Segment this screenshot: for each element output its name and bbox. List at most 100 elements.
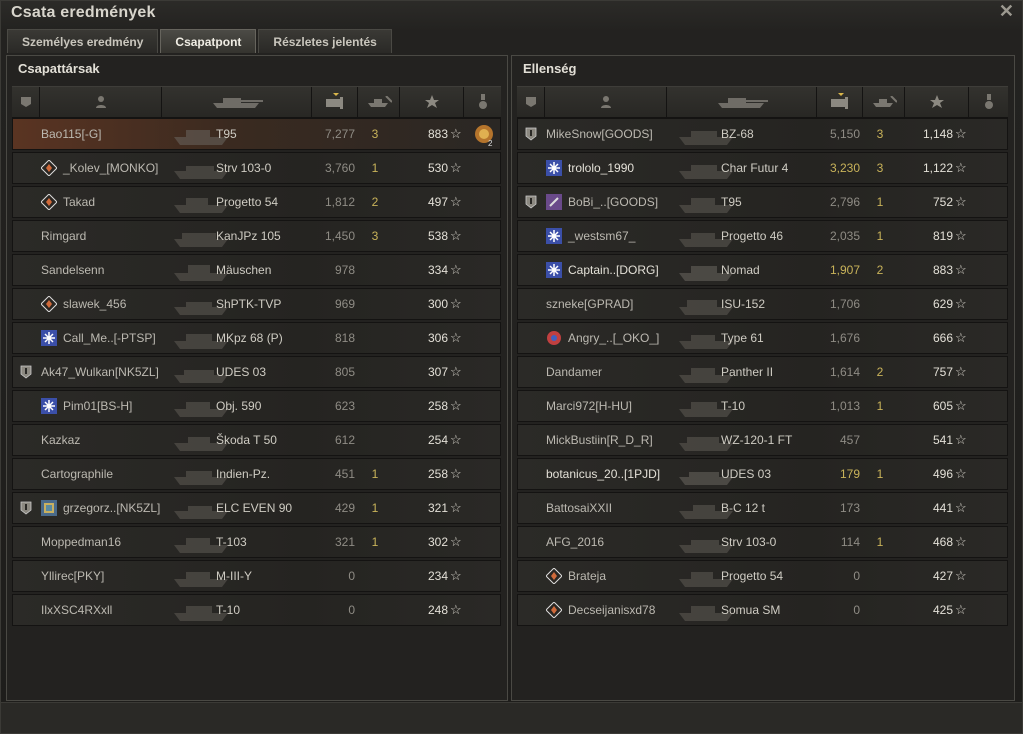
player-name: Captain..[DORG] bbox=[568, 263, 659, 277]
damage-value: 3,230 bbox=[829, 161, 860, 175]
table-row[interactable]: _Kolev_[MONKO] Strv 103-0 3,760 1 530 ☆ bbox=[12, 152, 501, 184]
damage-value: 818 bbox=[334, 331, 355, 345]
table-row[interactable]: AFG_2016 Strv 103-0 114 1 468 ☆ bbox=[517, 526, 1008, 558]
kills-value: 1 bbox=[876, 535, 884, 549]
damage-value: 114 bbox=[840, 535, 860, 549]
table-row[interactable]: Marci972[H-HU] T-10 1,013 1 605 ☆ bbox=[517, 390, 1008, 422]
sort-kills-column[interactable] bbox=[358, 87, 400, 117]
allies-rows: Bao115[-G] T95 7,277 3 883 ☆ 2 _Kolev_[M… bbox=[12, 118, 501, 628]
damage-value: 0 bbox=[853, 603, 860, 617]
table-row[interactable]: IlxXSC4RXxll T-10 0 248 ☆ bbox=[12, 594, 501, 626]
player-name: MikeSnow[GOODS] bbox=[546, 127, 653, 141]
table-row[interactable]: Angry_..[_OKO_] Type 61 1,676 666 ☆ bbox=[517, 322, 1008, 354]
kills-value: 1 bbox=[371, 161, 379, 175]
snowflake-emblem-icon bbox=[546, 228, 562, 244]
tank-name: T-10 bbox=[216, 603, 241, 617]
kills-value: 1 bbox=[876, 229, 884, 243]
table-row[interactable]: trololo_1990 Char Futur 4 3,230 3 1,122 … bbox=[517, 152, 1008, 184]
sort-xp-column[interactable] bbox=[400, 87, 464, 117]
table-row[interactable]: BoBi_..[GOODS] T95 2,796 1 752 ☆ bbox=[517, 186, 1008, 218]
player-name: Dandamer bbox=[546, 365, 603, 379]
star-icon: ☆ bbox=[450, 466, 462, 481]
rank-emblem-icon bbox=[546, 568, 562, 584]
sort-tank-column[interactable] bbox=[667, 87, 817, 117]
table-row[interactable]: botanicus_20..[1PJD] UDES 03 179 1 496 ☆ bbox=[517, 458, 1008, 490]
sort-tank-column[interactable] bbox=[162, 87, 312, 117]
kills-value: 3 bbox=[876, 127, 884, 141]
table-row[interactable]: Takad Progetto 54 1,812 2 497 ☆ bbox=[12, 186, 501, 218]
sort-medals-column[interactable] bbox=[969, 87, 1008, 117]
xp-value: 258 bbox=[427, 399, 448, 413]
player-name: szneke[GPRAD] bbox=[546, 297, 634, 311]
table-row[interactable]: slawek_456 ShPTK-TVP 969 300 ☆ bbox=[12, 288, 501, 320]
snowflake-emblem-icon bbox=[41, 398, 57, 414]
table-row[interactable]: Kazkaz Škoda T 50 612 254 ☆ bbox=[12, 424, 501, 456]
tab-personal-results[interactable]: Személyes eredmény bbox=[7, 29, 159, 53]
table-row[interactable]: MikeSnow[GOODS] BZ-68 5,150 3 1,148 ☆ bbox=[517, 118, 1008, 150]
star-icon: ☆ bbox=[955, 228, 967, 243]
table-row[interactable]: grzegorz..[NK5ZL] ELC EVEN 90 429 1 321 … bbox=[12, 492, 501, 524]
table-row[interactable]: BattosaiXXII B-C 12 t 173 441 ☆ bbox=[517, 492, 1008, 524]
sort-damage-column[interactable] bbox=[312, 87, 358, 117]
damage-value: 978 bbox=[334, 263, 355, 277]
tank-name: UDES 03 bbox=[216, 365, 267, 379]
table-row[interactable]: Bao115[-G] T95 7,277 3 883 ☆ 2 bbox=[12, 118, 501, 150]
damage-value: 7,277 bbox=[324, 127, 355, 141]
table-row[interactable]: _westsm67_ Progetto 46 2,035 1 819 ☆ bbox=[517, 220, 1008, 252]
player-name: MickBustiin[R_D_R] bbox=[546, 433, 653, 447]
tab-detailed-report[interactable]: Részletes jelentés bbox=[258, 29, 392, 53]
damage-value: 457 bbox=[839, 433, 860, 447]
tank-name: Panther II bbox=[721, 365, 774, 379]
table-row[interactable]: Dandamer Panther II 1,614 2 757 ☆ bbox=[517, 356, 1008, 388]
table-row[interactable]: Call_Me..[-PTSP] MKpz 68 (P) 818 306 ☆ bbox=[12, 322, 501, 354]
player-icon bbox=[600, 96, 611, 108]
sort-platoon-column[interactable] bbox=[517, 87, 545, 117]
table-row[interactable]: Cartographile Indien-Pz. 451 1 258 ☆ bbox=[12, 458, 501, 490]
table-row[interactable]: Rimgard KanJPz 105 1,450 3 538 ☆ bbox=[12, 220, 501, 252]
tab-bar: Személyes eredmény Csapatpont Részletes … bbox=[7, 29, 394, 54]
sort-player-column[interactable] bbox=[545, 87, 667, 117]
star-icon: ☆ bbox=[955, 194, 967, 209]
xp-value: 629 bbox=[932, 297, 953, 311]
tank-name: T95 bbox=[216, 127, 237, 141]
damage-value: 623 bbox=[334, 399, 355, 413]
sort-platoon-column[interactable] bbox=[12, 87, 40, 117]
table-row[interactable]: szneke[GPRAD] ISU-152 1,706 629 ☆ bbox=[517, 288, 1008, 320]
player-name: Yllirec[PKY] bbox=[41, 569, 105, 583]
tank-name: M-III-Y bbox=[216, 569, 252, 583]
star-icon: ☆ bbox=[450, 330, 462, 345]
enemies-title: Ellenség bbox=[523, 61, 577, 76]
tank-name: Strv 103-0 bbox=[721, 535, 777, 549]
medal-icon[interactable]: 2 bbox=[473, 123, 495, 147]
table-row[interactable]: Decseijanisxd78 Somua SM 0 425 ☆ bbox=[517, 594, 1008, 626]
table-row[interactable]: Pim01[BS-H] Obj. 590 623 258 ☆ bbox=[12, 390, 501, 422]
sort-kills-column[interactable] bbox=[863, 87, 905, 117]
star-icon: ☆ bbox=[955, 330, 967, 345]
close-icon[interactable]: ✕ bbox=[999, 1, 1014, 22]
star-icon: ☆ bbox=[955, 500, 967, 515]
table-row[interactable]: Brateja Progetto 54 0 427 ☆ bbox=[517, 560, 1008, 592]
table-row[interactable]: MickBustiin[R_D_R] WZ-120-1 FT 457 541 ☆ bbox=[517, 424, 1008, 456]
sort-xp-column[interactable] bbox=[905, 87, 969, 117]
player-name: Decseijanisxd78 bbox=[568, 603, 656, 617]
tab-team-score[interactable]: Csapatpont bbox=[160, 29, 257, 53]
platoon-badge-icon bbox=[525, 127, 537, 141]
table-row[interactable]: Sandelsenn Mäuschen 978 334 ☆ bbox=[12, 254, 501, 286]
sort-player-column[interactable] bbox=[40, 87, 162, 117]
table-row[interactable]: Ak47_Wulkan[NK5ZL] UDES 03 805 307 ☆ bbox=[12, 356, 501, 388]
star-icon: ☆ bbox=[955, 262, 967, 277]
kills-value: 2 bbox=[876, 263, 884, 277]
damage-icon bbox=[830, 93, 848, 109]
xp-value: 234 bbox=[427, 569, 448, 583]
star-icon: ☆ bbox=[955, 568, 967, 583]
star-icon: ☆ bbox=[450, 228, 462, 243]
medal-count: 2 bbox=[488, 139, 493, 147]
player-name: BoBi_..[GOODS] bbox=[568, 195, 659, 209]
table-row[interactable]: Moppedman16 T-103 321 1 302 ☆ bbox=[12, 526, 501, 558]
player-name: Sandelsenn bbox=[41, 263, 105, 277]
tank-icon bbox=[212, 98, 263, 108]
sort-damage-column[interactable] bbox=[817, 87, 863, 117]
table-row[interactable]: Yllirec[PKY] M-III-Y 0 234 ☆ bbox=[12, 560, 501, 592]
table-row[interactable]: Captain..[DORG] Nomad 1,907 2 883 ☆ bbox=[517, 254, 1008, 286]
sort-medals-column[interactable] bbox=[464, 87, 501, 117]
